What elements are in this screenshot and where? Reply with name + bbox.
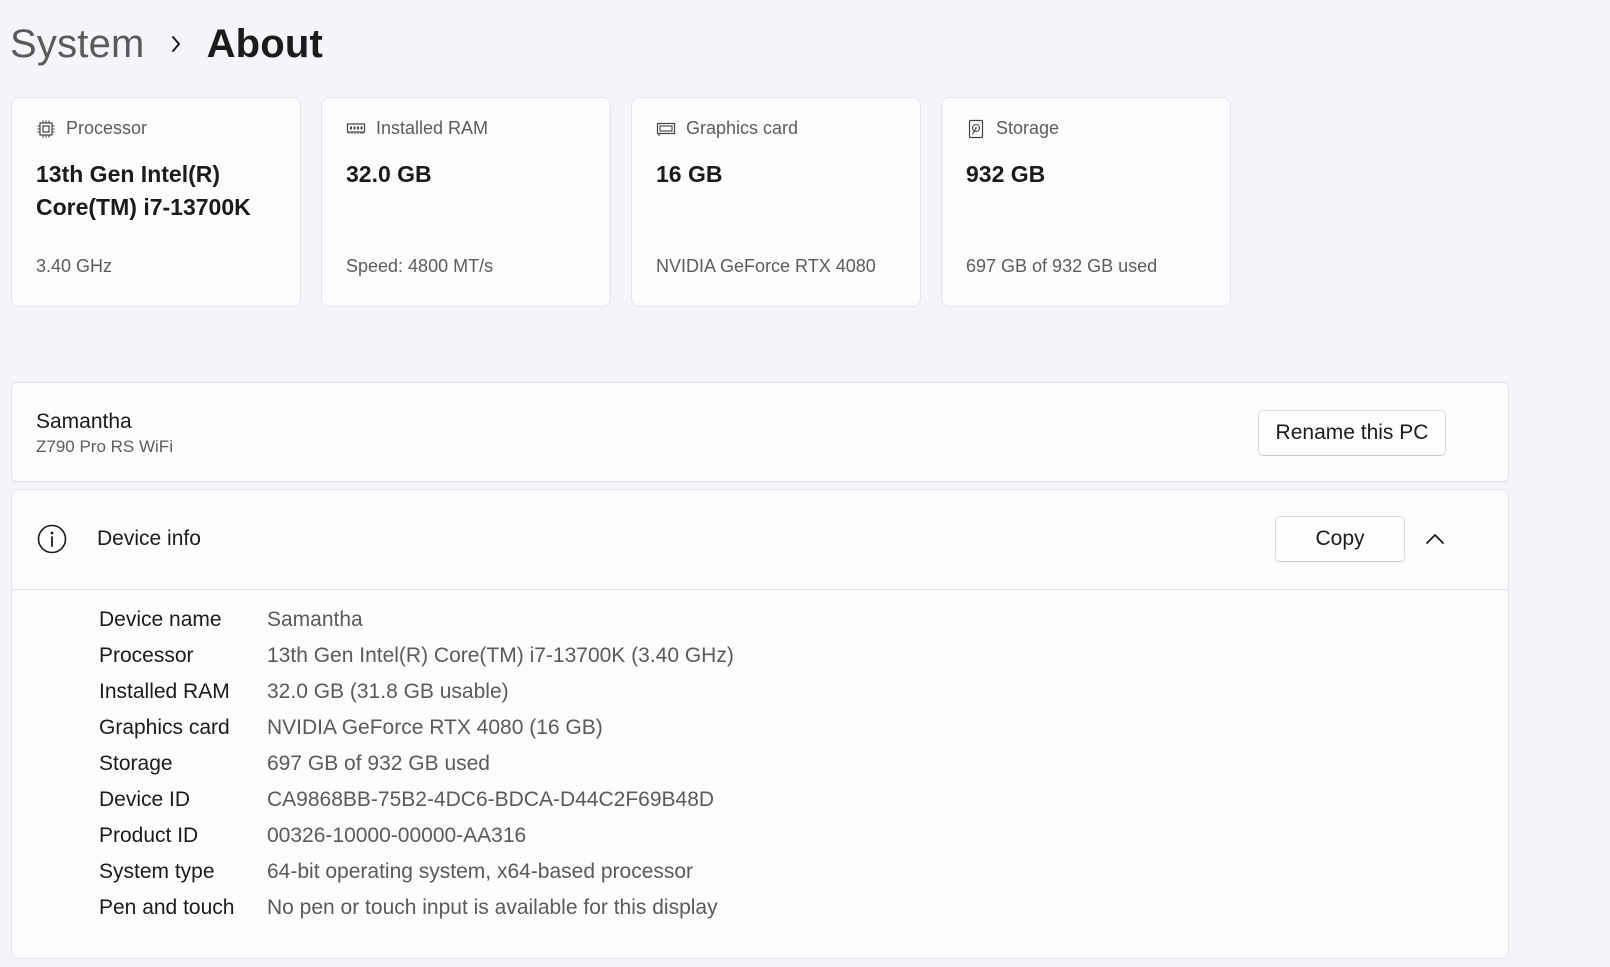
ram-card-label: Installed RAM: [376, 118, 489, 138]
spec-row-pen-and-touch: Pen and touch No pen or touch input is a…: [99, 890, 718, 926]
breadcrumb-system-link[interactable]: System: [10, 22, 145, 67]
pc-model: Z790 Pro RS WiFi: [36, 437, 173, 456]
spec-label: Processor: [99, 644, 194, 667]
processor-card-header: Processor: [36, 118, 147, 139]
spec-value: 32.0 GB (31.8 GB usable): [267, 680, 509, 703]
spec-row-product-id: Product ID 00326-10000-00000-AA316: [99, 818, 526, 854]
device-info-panel: Device info Copy Device name Samantha Pr…: [11, 489, 1509, 959]
spec-value: No pen or touch input is available for t…: [267, 896, 718, 919]
ram-card-sub: Speed: 4800 MT/s: [346, 256, 494, 276]
graphics-card-icon: [656, 119, 676, 139]
device-info-title: Device info: [97, 527, 201, 550]
ram-card-value: 32.0 GB: [346, 161, 432, 187]
memory-module-icon: [346, 119, 366, 139]
graphics-card: Graphics card 16 GB NVIDIA GeForce RTX 4…: [631, 97, 921, 307]
chevron-up-icon[interactable]: [1422, 528, 1448, 550]
storage-card-header: Storage: [966, 118, 1059, 139]
spec-row-installed-ram: Installed RAM 32.0 GB (31.8 GB usable): [99, 674, 509, 710]
spec-value: CA9868BB-75B2-4DC6-BDCA-D44C2F69B48D: [267, 788, 715, 811]
spec-label: Device name: [99, 608, 222, 631]
processor-card-value: 13th Gen Intel(R) Core(TM) i7-13700K: [36, 161, 251, 220]
storage-card-label: Storage: [996, 118, 1060, 138]
copy-button[interactable]: Copy: [1275, 516, 1405, 562]
pc-name: Samantha: [36, 410, 132, 433]
processor-card: Processor 13th Gen Intel(R) Core(TM) i7-…: [11, 97, 301, 307]
spec-row-system-type: System type 64-bit operating system, x64…: [99, 854, 693, 890]
processor-card-label: Processor: [66, 118, 148, 138]
spec-row-device-id: Device ID CA9868BB-75B2-4DC6-BDCA-D44C2F…: [99, 782, 714, 818]
spec-label: Graphics card: [99, 716, 230, 739]
spec-label: Storage: [99, 752, 173, 775]
spec-value: 13th Gen Intel(R) Core(TM) i7-13700K (3.…: [267, 644, 734, 667]
spec-value: 64-bit operating system, x64-based proce…: [267, 860, 694, 883]
storage-card-value: 932 GB: [966, 161, 1046, 187]
graphics-card-value: 16 GB: [656, 161, 723, 187]
graphics-card-label: Graphics card: [686, 118, 799, 138]
spec-value: Samantha: [267, 608, 363, 631]
spec-label: Product ID: [99, 824, 199, 847]
processor-card-sub: 3.40 GHz: [36, 256, 113, 276]
storage-card: Storage 932 GB 697 GB of 932 GB used: [941, 97, 1231, 307]
spec-label: Device ID: [99, 788, 191, 811]
spec-value: 00326-10000-00000-AA316: [267, 824, 527, 847]
ram-card: Installed RAM 32.0 GB Speed: 4800 MT/s: [321, 97, 611, 307]
breadcrumb: System About: [10, 16, 323, 72]
ram-card-header: Installed RAM: [346, 118, 488, 139]
storage-drive-icon: [966, 119, 986, 139]
info-icon: [36, 523, 68, 555]
spec-row-processor: Processor 13th Gen Intel(R) Core(TM) i7-…: [99, 638, 734, 674]
pc-name-panel: Samantha Z790 Pro RS WiFi Rename this PC: [11, 382, 1509, 482]
spec-label: System type: [99, 860, 215, 883]
rename-pc-button[interactable]: Rename this PC: [1258, 410, 1446, 456]
spec-row-graphics-card: Graphics card NVIDIA GeForce RTX 4080 (1…: [99, 710, 603, 746]
spec-row-storage: Storage 697 GB of 932 GB used: [99, 746, 490, 782]
device-info-header[interactable]: Device info Copy: [12, 490, 1508, 590]
processor-chip-icon: [36, 119, 56, 139]
spec-row-device-name: Device name Samantha: [99, 602, 363, 638]
spec-label: Installed RAM: [99, 680, 230, 703]
graphics-card-header: Graphics card: [656, 118, 798, 139]
graphics-card-sub: NVIDIA GeForce RTX 4080: [656, 256, 876, 276]
chevron-right-icon: [145, 33, 207, 55]
spec-value: NVIDIA GeForce RTX 4080 (16 GB): [267, 716, 603, 739]
page-title: About: [206, 21, 324, 66]
storage-card-sub: 697 GB of 932 GB used: [966, 256, 1158, 276]
spec-value: 697 GB of 932 GB used: [267, 752, 490, 775]
spec-label: Pen and touch: [99, 896, 235, 919]
